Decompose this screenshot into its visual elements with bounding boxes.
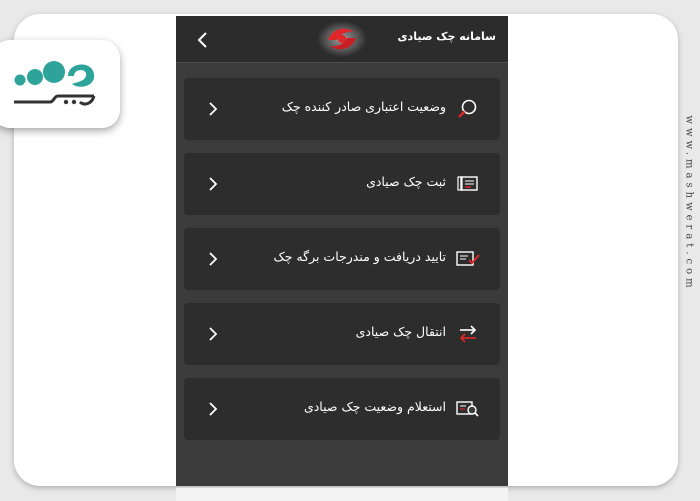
menu-item-register-cheque[interactable]: ثبت چک صیادی (184, 153, 500, 215)
bottom-strip (176, 487, 508, 501)
chevron-left-icon (197, 32, 207, 48)
chevron-right-icon (204, 250, 222, 268)
cheque-register-icon (456, 172, 480, 196)
menu-item-label: استعلام وضعیت چک صیادی (303, 399, 446, 414)
menu-item-issuer-credit-status[interactable]: وضعیت اعتباری صادر کننده چک (184, 78, 500, 140)
sayad-logo-icon (317, 21, 367, 57)
brand-badge (0, 40, 120, 128)
menu-item-cheque-status-inquiry[interactable]: استعلام وضعیت چک صیادی (184, 378, 500, 440)
magnifier-icon (456, 97, 480, 121)
transfer-arrows-icon (456, 322, 480, 346)
phone-screen: سامانه چک صیادی وضعیت اعتباری صادر کننده… (176, 16, 508, 486)
menu-item-confirm-receipt[interactable]: تایید دریافت و مندرجات برگه چک (184, 228, 500, 290)
inquiry-icon (456, 397, 480, 421)
checklist-icon (456, 247, 480, 271)
menu-item-label: ثبت چک صیادی (366, 174, 446, 189)
chevron-right-icon (204, 400, 222, 418)
menu-item-label: تایید دریافت و مندرجات برگه چک (273, 249, 446, 264)
chevron-right-icon (204, 100, 222, 118)
menu-item-label: انتقال چک صیادی (355, 324, 446, 339)
chevron-right-icon (204, 325, 222, 343)
app-title: سامانه چک صیادی (397, 30, 496, 43)
back-button[interactable] (192, 29, 214, 51)
site-url-watermark: www.mashwerat.com (683, 114, 695, 292)
menu-item-transfer-cheque[interactable]: انتقال چک صیادی (184, 303, 500, 365)
chevron-right-icon (204, 175, 222, 193)
app-header: سامانه چک صیادی (176, 16, 508, 63)
mashwerat-logo (14, 61, 96, 106)
menu-item-label: وضعیت اعتباری صادر کننده چک (281, 99, 446, 114)
